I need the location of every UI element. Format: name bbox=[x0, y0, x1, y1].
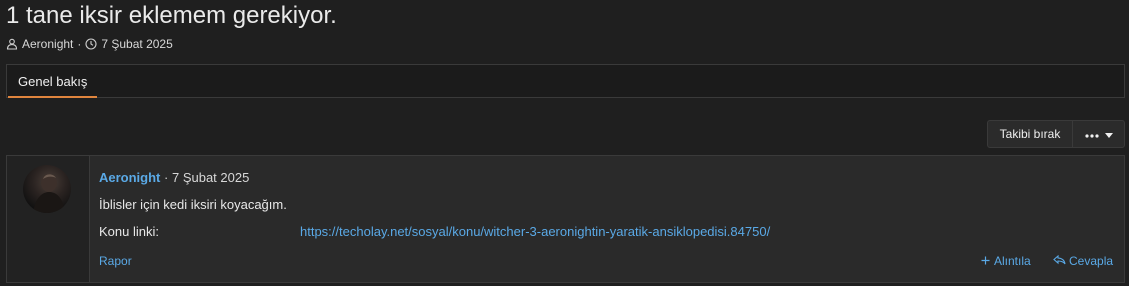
quote-button[interactable]: Alıntıla bbox=[981, 254, 1031, 268]
reply-label: Cevapla bbox=[1069, 254, 1114, 268]
thread-title: 1 tane iksir eklemem gerekiyor. bbox=[6, 2, 337, 29]
thread-meta: Aeronight · 7 Şubat 2025 bbox=[6, 37, 173, 51]
tab-bar: Genel bakış bbox=[6, 64, 1125, 98]
plus-icon bbox=[981, 254, 990, 268]
tab-overview[interactable]: Genel bakış bbox=[8, 65, 98, 98]
post: Aeronight · 7 Şubat 2025 İblisler için k… bbox=[6, 155, 1125, 283]
meta-separator: · bbox=[77, 37, 82, 51]
post-header: Aeronight · 7 Şubat 2025 bbox=[99, 170, 249, 185]
post-separator: · bbox=[164, 170, 169, 185]
quote-label: Alıntıla bbox=[994, 254, 1031, 268]
more-options-button[interactable] bbox=[1072, 120, 1125, 148]
post-author-link[interactable]: Aeronight bbox=[99, 170, 160, 185]
thread-date-link[interactable]: 7 Şubat 2025 bbox=[101, 37, 172, 51]
post-date-link[interactable]: 7 Şubat 2025 bbox=[172, 170, 249, 185]
clock-icon bbox=[85, 38, 97, 50]
thread-author-link[interactable]: Aeronight bbox=[22, 37, 73, 51]
ellipsis-icon bbox=[1084, 125, 1099, 143]
post-user-column bbox=[7, 156, 90, 282]
reply-icon bbox=[1053, 254, 1066, 268]
thread-url-link[interactable]: https://techolay.net/sosyal/konu/witcher… bbox=[300, 224, 770, 239]
link-label: Konu linki: bbox=[99, 224, 159, 239]
avatar[interactable] bbox=[23, 165, 71, 213]
reply-button[interactable]: Cevapla bbox=[1053, 254, 1113, 268]
tab-label: Genel bakış bbox=[18, 74, 88, 89]
post-body: İblisler için kedi iksiri koyacağım. bbox=[99, 197, 287, 212]
active-tab-indicator bbox=[8, 96, 98, 98]
user-icon bbox=[6, 38, 18, 50]
caret-down-icon bbox=[1104, 125, 1113, 143]
unfollow-button[interactable]: Takibi bırak bbox=[987, 120, 1073, 148]
report-link[interactable]: Rapor bbox=[99, 254, 132, 268]
